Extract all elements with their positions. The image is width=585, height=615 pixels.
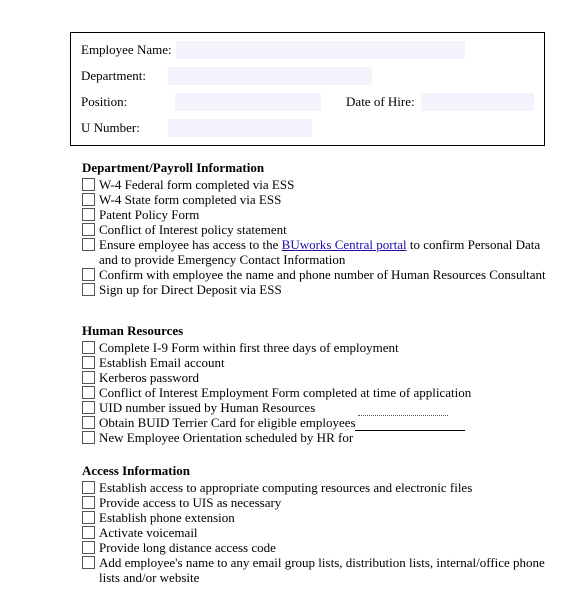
item-text: Establish Email account bbox=[99, 355, 225, 370]
checklist-item: New Employee Orientation scheduled by HR… bbox=[82, 430, 562, 445]
checklist-item: W-4 State form completed via ESS bbox=[82, 192, 562, 207]
u-number-label: U Number: bbox=[81, 120, 144, 136]
checklist-item: W-4 Federal form completed via ESS bbox=[82, 177, 562, 192]
item-text: Patent Policy Form bbox=[99, 207, 199, 222]
item-text: W-4 State form completed via ESS bbox=[99, 192, 281, 207]
text-part: Ensure employee has access to the bbox=[99, 237, 282, 252]
item-text: Activate voicemail bbox=[99, 525, 198, 540]
department-row: Department: bbox=[81, 67, 534, 85]
position-hire-row: Position: Date of Hire: bbox=[81, 93, 534, 111]
checklist-item: Establish Email account bbox=[82, 355, 562, 370]
payroll-title: Department/Payroll Information bbox=[82, 160, 562, 176]
checkbox[interactable] bbox=[82, 223, 95, 236]
checkbox[interactable] bbox=[82, 371, 95, 384]
checkbox[interactable] bbox=[82, 401, 95, 414]
checkbox[interactable] bbox=[82, 431, 95, 444]
checklist-item: Establish access to appropriate computin… bbox=[82, 480, 562, 495]
employee-name-label: Employee Name: bbox=[81, 42, 176, 58]
checklist-item: Conflict of Interest policy statement bbox=[82, 222, 562, 237]
checkbox[interactable] bbox=[82, 541, 95, 554]
hr-section: Human Resources Complete I-9 Form within… bbox=[82, 323, 562, 445]
checklist-item: Add employee's name to any email group l… bbox=[82, 555, 562, 570]
department-label: Department: bbox=[81, 68, 150, 84]
checkbox[interactable] bbox=[82, 208, 95, 221]
item-continuation: lists and/or website bbox=[99, 570, 562, 585]
checkbox[interactable] bbox=[82, 496, 95, 509]
payroll-section: Department/Payroll Information W-4 Feder… bbox=[82, 160, 562, 297]
checklist-item: Patent Policy Form bbox=[82, 207, 562, 222]
hr-title: Human Resources bbox=[82, 323, 562, 339]
checklist-item: Provide long distance access code bbox=[82, 540, 562, 555]
buworks-link[interactable]: BUworks Central portal bbox=[282, 237, 407, 252]
fill-line bbox=[358, 415, 448, 416]
checkbox[interactable] bbox=[82, 193, 95, 206]
checklist-item: UID number issued by Human Resources bbox=[82, 400, 562, 415]
item-text: Ensure employee has access to the BUwork… bbox=[99, 237, 540, 252]
item-text: Complete I-9 Form within first three day… bbox=[99, 340, 399, 355]
checkbox[interactable] bbox=[82, 556, 95, 569]
checkbox[interactable] bbox=[82, 386, 95, 399]
text-part: to confirm Personal Data bbox=[407, 237, 541, 252]
checkbox[interactable] bbox=[82, 238, 95, 251]
item-text: Establish access to appropriate computin… bbox=[99, 480, 472, 495]
date-of-hire-input[interactable] bbox=[421, 93, 534, 111]
u-number-row: U Number: bbox=[81, 119, 534, 137]
item-text: Conflict of Interest Employment Form com… bbox=[99, 385, 471, 400]
checklist-item: Kerberos password bbox=[82, 370, 562, 385]
checkbox[interactable] bbox=[82, 481, 95, 494]
checklist-item: Ensure employee has access to the BUwork… bbox=[82, 237, 562, 252]
item-text: Kerberos password bbox=[99, 370, 199, 385]
item-text: Add employee's name to any email group l… bbox=[99, 555, 545, 570]
item-continuation: and to provide Emergency Contact Informa… bbox=[99, 252, 562, 267]
item-text: UID number issued by Human Resources bbox=[99, 400, 315, 415]
item-text: Confirm with employee the name and phone… bbox=[99, 267, 546, 282]
u-number-input[interactable] bbox=[168, 119, 312, 137]
orientation-date-line[interactable] bbox=[355, 430, 465, 431]
checklist-item: Sign up for Direct Deposit via ESS bbox=[82, 282, 562, 297]
form-page: Employee Name: Department: Position: Dat… bbox=[0, 0, 585, 615]
item-text: Provide access to UIS as necessary bbox=[99, 495, 281, 510]
item-text: New Employee Orientation scheduled by HR… bbox=[99, 430, 353, 445]
checklist-item: Confirm with employee the name and phone… bbox=[82, 267, 562, 282]
checkbox[interactable] bbox=[82, 511, 95, 524]
employee-name-input[interactable] bbox=[176, 41, 465, 59]
item-text: Obtain BUID Terrier Card for eligible em… bbox=[99, 415, 356, 430]
checklist-item: Activate voicemail bbox=[82, 525, 562, 540]
checklist-item: Complete I-9 Form within first three day… bbox=[82, 340, 562, 355]
position-label: Position: bbox=[81, 94, 131, 110]
department-input[interactable] bbox=[168, 67, 372, 85]
item-text: Establish phone extension bbox=[99, 510, 235, 525]
employee-name-row: Employee Name: bbox=[81, 41, 534, 59]
access-section: Access Information Establish access to a… bbox=[82, 463, 562, 585]
checkbox[interactable] bbox=[82, 416, 95, 429]
item-text: W-4 Federal form completed via ESS bbox=[99, 177, 294, 192]
item-text: Conflict of Interest policy statement bbox=[99, 222, 287, 237]
access-title: Access Information bbox=[82, 463, 562, 479]
date-of-hire-label: Date of Hire: bbox=[346, 94, 419, 110]
checkbox[interactable] bbox=[82, 341, 95, 354]
checkbox[interactable] bbox=[82, 283, 95, 296]
checklist-item: Provide access to UIS as necessary bbox=[82, 495, 562, 510]
checkbox[interactable] bbox=[82, 526, 95, 539]
checkbox[interactable] bbox=[82, 268, 95, 281]
checklist-item: Obtain BUID Terrier Card for eligible em… bbox=[82, 415, 562, 430]
checklist-item: Conflict of Interest Employment Form com… bbox=[82, 385, 562, 400]
item-text: Provide long distance access code bbox=[99, 540, 276, 555]
item-text: Sign up for Direct Deposit via ESS bbox=[99, 282, 282, 297]
position-input[interactable] bbox=[175, 93, 320, 111]
checklist-item: Establish phone extension bbox=[82, 510, 562, 525]
checkbox[interactable] bbox=[82, 356, 95, 369]
checkbox[interactable] bbox=[82, 178, 95, 191]
header-box: Employee Name: Department: Position: Dat… bbox=[70, 32, 545, 146]
